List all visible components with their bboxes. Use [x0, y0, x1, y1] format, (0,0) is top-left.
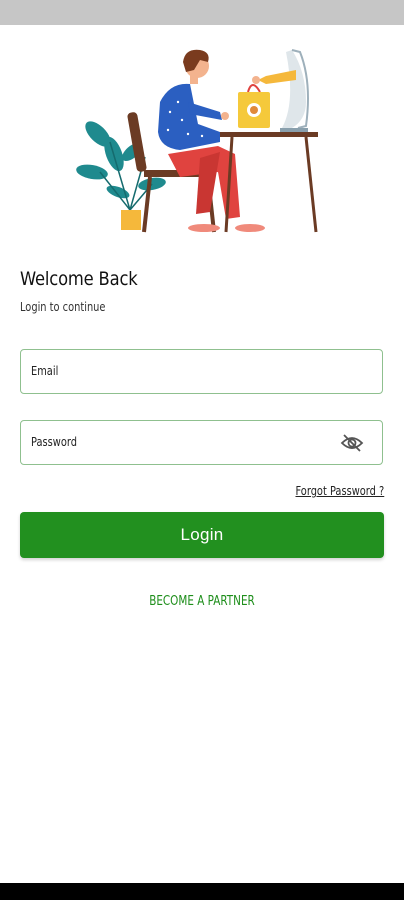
page-subtitle: Login to continue — [20, 300, 106, 314]
page-title: Welcome Back — [20, 268, 138, 290]
email-field[interactable]: Email — [20, 349, 383, 394]
login-button[interactable]: Login — [20, 512, 384, 558]
become-partner-link[interactable]: BECOME A PARTNER — [0, 594, 404, 609]
email-label: Email — [31, 364, 59, 378]
password-field[interactable]: Password — [20, 420, 383, 465]
forgot-password-link[interactable]: Forgot Password ? — [295, 484, 384, 498]
password-label: Password — [31, 435, 77, 449]
status-bar — [0, 0, 404, 25]
eye-off-icon[interactable] — [340, 433, 364, 453]
become-partner-label: BECOME A PARTNER — [149, 594, 255, 609]
navigation-bar — [0, 883, 404, 900]
shopping-illustration — [76, 49, 318, 233]
